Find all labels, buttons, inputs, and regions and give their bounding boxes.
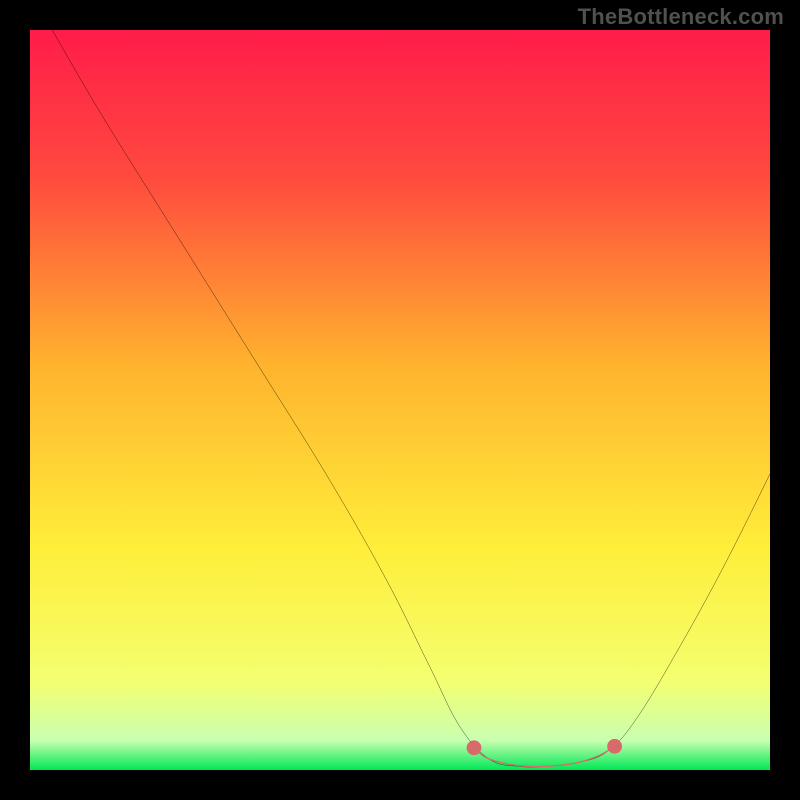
gradient-background	[30, 30, 770, 770]
watermark-text: TheBottleneck.com	[578, 4, 784, 30]
highlight-endpoint	[607, 739, 622, 754]
chart-frame: TheBottleneck.com	[0, 0, 800, 800]
highlight-endpoint	[467, 740, 482, 755]
bottleneck-chart	[30, 30, 770, 770]
chart-svg	[30, 30, 770, 770]
